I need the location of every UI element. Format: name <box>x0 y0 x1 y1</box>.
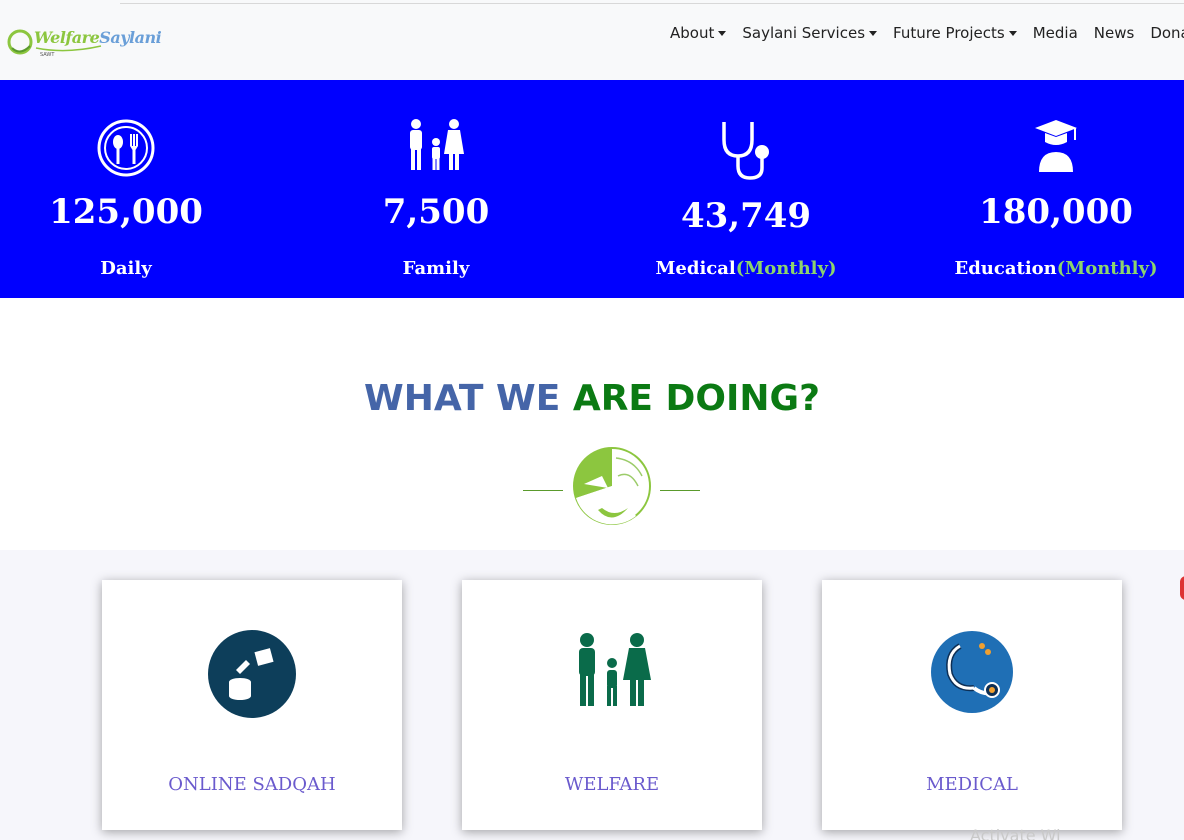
nav-media-label: Media <box>1032 24 1078 42</box>
heading-part-blue: WHAT WE <box>364 378 561 419</box>
side-widget-edge[interactable] <box>1180 576 1184 600</box>
logo-text: WelfareSaylani <box>34 28 162 47</box>
stat-daily: 125,000 Daily <box>0 80 276 298</box>
activate-windows-watermark: Activate Wi <box>970 826 1061 840</box>
nav-future-label: Future Projects <box>893 24 1005 42</box>
stat-medical: 43,749 Medical(Monthly) <box>596 80 896 298</box>
stat-daily-label: Daily <box>100 258 152 279</box>
stat-education: 180,000 Education(Monthly) <box>906 80 1184 298</box>
nav-services-label: Saylani Services <box>742 24 866 42</box>
saylani-emblem-icon <box>573 447 651 525</box>
main-nav: About Saylani Services Future Projects M… <box>670 24 1184 42</box>
stethoscope-icon <box>722 122 769 180</box>
stat-medical-value: 43,749 <box>680 196 812 236</box>
top-navbar: WelfareSaylani SAWT About Saylani Servic… <box>0 0 1184 80</box>
card-welfare[interactable]: WELFARE <box>462 580 762 830</box>
stat-family-label: Family <box>402 258 470 279</box>
card-title: ONLINE SADQAH <box>168 774 336 795</box>
food-plate-icon <box>97 119 155 177</box>
nav-about[interactable]: About <box>670 24 727 42</box>
card-title: WELFARE <box>564 774 660 795</box>
graduation-cap-icon <box>1035 120 1077 172</box>
stat-daily-value: 125,000 <box>49 192 203 232</box>
stat-family: 7,500 Family <box>286 80 586 298</box>
medical-stethoscope-icon <box>931 631 1013 713</box>
divider-right <box>660 490 700 491</box>
monthly-badge: (Monthly) <box>735 258 837 279</box>
nav-future-projects[interactable]: Future Projects <box>893 24 1017 42</box>
stat-education-label: Education(Monthly) <box>954 258 1158 279</box>
family-icon <box>410 119 464 170</box>
welfare-family-icon <box>579 633 651 706</box>
stat-education-value: 180,000 <box>979 192 1133 232</box>
stat-medical-label: Medical(Monthly) <box>655 258 837 279</box>
nav-news[interactable]: News <box>1094 24 1135 42</box>
saylani-logo[interactable]: WelfareSaylani SAWT <box>6 18 162 64</box>
card-title: MEDICAL <box>926 774 1018 795</box>
chevron-down-icon <box>718 30 727 36</box>
nav-donation-label: Donati <box>1150 24 1184 42</box>
stats-band: 125,000 Daily 7,500 Family 43,749 Medica… <box>0 80 1184 298</box>
nav-donation[interactable]: Donati <box>1150 24 1184 42</box>
card-medical[interactable]: MEDICAL <box>822 580 1122 830</box>
heading-part-green: ARE DOING? <box>572 378 820 419</box>
nav-about-label: About <box>670 24 715 42</box>
nav-news-label: News <box>1093 24 1135 42</box>
monthly-badge: (Monthly) <box>1056 258 1158 279</box>
section-heading: WHAT WE ARE DOING? <box>0 378 1184 419</box>
chevron-down-icon <box>1008 30 1017 36</box>
logo-subtext: SAWT <box>40 52 55 58</box>
nav-media[interactable]: Media <box>1033 24 1078 42</box>
nav-saylani-services[interactable]: Saylani Services <box>742 24 878 42</box>
chevron-down-icon <box>869 30 878 36</box>
divider-left <box>523 490 563 491</box>
card-online-sadqah[interactable]: ONLINE SADQAH <box>102 580 402 830</box>
sadqah-icon <box>208 630 296 718</box>
stat-family-value: 7,500 <box>382 192 490 232</box>
browser-edge <box>120 0 1184 4</box>
